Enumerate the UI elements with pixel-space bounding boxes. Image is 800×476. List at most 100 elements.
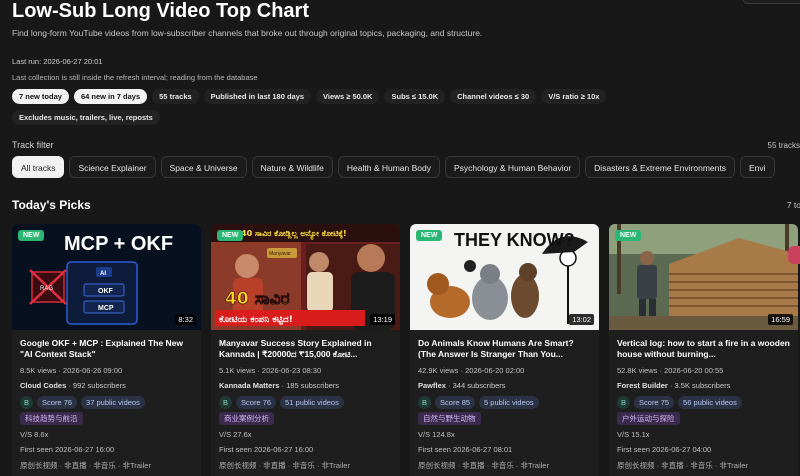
- video-thumbnail[interactable]: NEW 16:59: [609, 224, 798, 330]
- thumb-main-text: MCP + OKF: [64, 233, 173, 255]
- thumb-rag-text: RAG: [40, 286, 53, 292]
- refresh-note: Last collection is still inside the refr…: [12, 73, 258, 82]
- grade-badge: B: [617, 396, 631, 409]
- channel-subs: · 344 subscribers: [448, 381, 506, 390]
- tab-space-universe[interactable]: Space & Universe: [160, 156, 247, 178]
- page-description: Find long-form YouTube videos from low-s…: [12, 28, 483, 38]
- content-tags: 原创长视频 · 非直播 · 非音乐 · 非Trailer: [219, 461, 350, 470]
- channel-info: Cloud Codes · 992 subscribers: [20, 381, 126, 390]
- video-cards: MCP + OKF AI OKF MCP RAG NEW 8:32 Google…: [12, 224, 798, 476]
- chip-published: Published in last 180 days: [203, 89, 312, 104]
- content-tags: 原创长视频 · 非直播 · 非音乐 · 非Trailer: [20, 461, 151, 470]
- channel-name[interactable]: Cloud Codes: [20, 381, 66, 390]
- public-videos-badge: 56 public videos: [678, 396, 742, 409]
- tab-all-tracks[interactable]: All tracks: [12, 156, 65, 178]
- category-tag: 商业案例分析: [219, 412, 274, 425]
- chip-views: Views ≥ 50.0K: [316, 89, 380, 104]
- thumb-ai-text: AI: [100, 271, 106, 277]
- thumb-main-text: 40 ಸಾವಿರ: [225, 289, 290, 309]
- video-duration: 16:59: [768, 314, 793, 325]
- public-videos-badge: 51 public videos: [280, 396, 344, 409]
- top-right-button[interactable]: [742, 0, 800, 4]
- vs-ratio: V/S 15.1x: [617, 430, 650, 439]
- thumb-mcp-text: MCP: [98, 305, 114, 312]
- chip-subs: Subs ≤ 15.0K: [384, 89, 446, 104]
- category-tag: 科技趋势与前沿: [20, 412, 83, 425]
- new-badge: NEW: [18, 230, 45, 241]
- video-title[interactable]: Google OKF + MCP : Explained The New "AI…: [20, 338, 195, 360]
- grade-badge: B: [20, 396, 34, 409]
- first-seen: First seen 2026-06-27 16:00: [219, 445, 314, 454]
- chip-new-7-days[interactable]: 64 new in 7 days: [73, 89, 148, 104]
- new-badge: NEW: [416, 230, 443, 241]
- channel-name[interactable]: Pawflex: [418, 381, 446, 390]
- video-title[interactable]: Vertical log: how to start a fire in a w…: [617, 338, 792, 360]
- grade-badge: B: [418, 396, 432, 409]
- video-card[interactable]: THEY KNOW? NEW 13:02 Do Animals Know Hum…: [410, 224, 599, 476]
- public-videos-badge: 5 public videos: [479, 396, 539, 409]
- video-metrics: B Score 76 37 public videos: [20, 396, 145, 409]
- video-views-date: 5.1K views · 2026-06-23 08:30: [219, 366, 322, 375]
- tab-environment[interactable]: Envi: [739, 156, 775, 178]
- video-title[interactable]: Manyavar Success Story Explained in Kann…: [219, 338, 394, 360]
- score-badge: Score 85: [435, 396, 476, 409]
- chip-channel-videos: Channel videos ≤ 30: [450, 89, 537, 104]
- video-duration: 8:32: [175, 314, 196, 325]
- new-badge: NEW: [615, 230, 642, 241]
- picks-total: 7 total: [786, 200, 800, 210]
- video-card[interactable]: NEW 16:59 Vertical log: how to start a f…: [609, 224, 798, 476]
- channel-info: Pawflex · 344 subscribers: [418, 381, 506, 390]
- category-tag: 自然与野生动物: [418, 412, 481, 425]
- chip-new-today[interactable]: 7 new today: [12, 89, 69, 104]
- first-seen: First seen 2026-06-27 04:00: [617, 445, 712, 454]
- new-badge: NEW: [217, 230, 244, 241]
- last-run-text: Last run: 2026-06-27 20:01: [12, 57, 103, 66]
- channel-name[interactable]: Forest Builder: [617, 381, 668, 390]
- video-views-date: 42.9K views · 2026-06-20 02:00: [418, 366, 525, 375]
- content-tags: 原创长视频 · 非直播 · 非音乐 · 非Trailer: [617, 461, 748, 470]
- tab-nature-wildlife[interactable]: Nature & Wildlife: [251, 156, 333, 178]
- video-title[interactable]: Do Animals Know Humans Are Smart? (The A…: [418, 338, 593, 360]
- video-duration: 13:19: [370, 314, 395, 325]
- vs-ratio: V/S 27.6x: [219, 430, 252, 439]
- video-views-date: 52.8K views · 2026-06-20 00:55: [617, 366, 724, 375]
- score-badge: Score 76: [37, 396, 78, 409]
- tab-health-human-body[interactable]: Health & Human Body: [337, 156, 440, 178]
- vs-ratio: V/S 124.8x: [418, 430, 455, 439]
- category-tag: 户外运动与探险: [617, 412, 680, 425]
- channel-subs: · 3.5K subscribers: [669, 381, 731, 390]
- video-thumbnail[interactable]: Manyavar 40 ಸಾವಿರ ಕೋಡ್ಲಿಲ್ಲ ಅನ್ಯೋ ಕೋಟಿಕ್…: [211, 224, 400, 330]
- score-badge: Score 76: [236, 396, 277, 409]
- thumb-sub-text: ಕೋಟಿಯ ಕಂಪನಿ ಕಟ್ಟಿದ!: [219, 314, 293, 326]
- stats-chips: 7 new today 64 new in 7 days 55 tracks P…: [12, 89, 692, 125]
- video-card[interactable]: Manyavar 40 ಸಾವಿರ ಕೋಡ್ಲಿಲ್ಲ ಅನ್ಯೋ ಕೋಟಿಕ್…: [211, 224, 400, 476]
- tab-science-explainer[interactable]: Science Explainer: [69, 156, 156, 178]
- video-metrics: B Score 75 56 public videos: [617, 396, 742, 409]
- video-thumbnail[interactable]: MCP + OKF AI OKF MCP RAG NEW 8:32: [12, 224, 201, 330]
- public-videos-badge: 37 public videos: [81, 396, 145, 409]
- thumb-brand-text: Manyavar: [269, 251, 291, 257]
- grade-badge: B: [219, 396, 233, 409]
- chip-excludes: Excludes music, trailers, live, reposts: [12, 110, 160, 125]
- channel-info: Forest Builder · 3.5K subscribers: [617, 381, 730, 390]
- tab-psychology[interactable]: Psychology & Human Behavior: [445, 156, 581, 178]
- score-badge: Score 75: [634, 396, 675, 409]
- vs-ratio: V/S 8.6x: [20, 430, 49, 439]
- chip-vs-ratio: V/S ratio ≥ 10x: [541, 89, 607, 104]
- channel-info: Kannada Matters · 185 subscribers: [219, 381, 339, 390]
- video-metrics: B Score 85 5 public videos: [418, 396, 539, 409]
- video-thumbnail[interactable]: THEY KNOW? NEW 13:02: [410, 224, 599, 330]
- track-tabs: All tracks Science Explainer Space & Uni…: [12, 156, 775, 178]
- first-seen: First seen 2026-06-27 08:01: [418, 445, 513, 454]
- content-tags: 原创长视频 · 非直播 · 非音乐 · 非Trailer: [418, 461, 549, 470]
- first-seen: First seen 2026-06-27 16:00: [20, 445, 115, 454]
- video-metrics: B Score 76 51 public videos: [219, 396, 344, 409]
- channel-subs: · 185 subscribers: [281, 381, 340, 390]
- video-views-date: 8.5K views · 2026-06-26 09:00: [20, 366, 123, 375]
- page-title: Low-Sub Long Video Top Chart: [12, 0, 310, 22]
- side-scroll-handle[interactable]: [788, 246, 800, 264]
- channel-name[interactable]: Kannada Matters: [219, 381, 279, 390]
- thumb-okf-text: OKF: [98, 288, 114, 295]
- tab-disasters[interactable]: Disasters & Extreme Environments: [585, 156, 735, 178]
- video-card[interactable]: MCP + OKF AI OKF MCP RAG NEW 8:32 Google…: [12, 224, 201, 476]
